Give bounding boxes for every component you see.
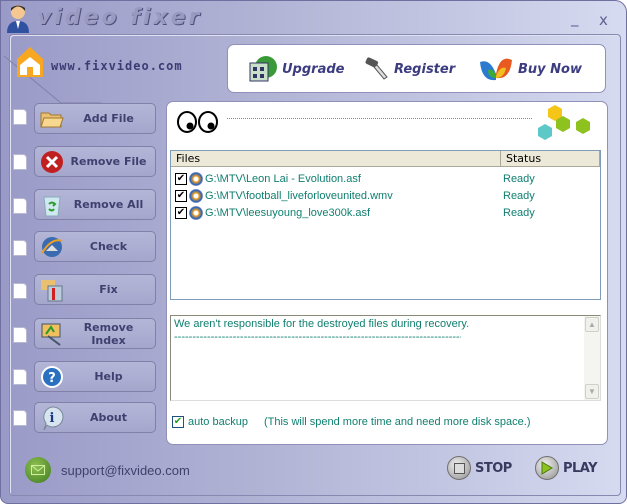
support-email[interactable]: support@fixvideo.com	[25, 457, 190, 483]
help-button[interactable]: ? Help	[34, 361, 156, 392]
svg-text:?: ?	[48, 371, 56, 386]
log-message: We aren't responsible for the destroyed …	[174, 318, 470, 330]
file-path: G:\MTV\leesuyoung_love300k.asf	[205, 206, 371, 219]
page-icon	[13, 198, 27, 214]
media-file-icon	[189, 205, 203, 220]
file-row[interactable]: ✔ G:\MTV\football_liveforloveunited.wmv …	[171, 187, 600, 204]
file-list[interactable]: Files Status ✔ G:\MTV\Leon Lai - Evoluti…	[170, 150, 601, 300]
remove-index-button[interactable]: Remove Index	[34, 318, 156, 349]
page-icon	[13, 410, 27, 426]
file-checkbox[interactable]: ✔	[175, 189, 187, 202]
upgrade-icon	[249, 56, 277, 82]
info-icon: i	[38, 405, 66, 431]
app-window: video fixer _ x www.fixvideo.com Upgrade…	[0, 0, 627, 504]
file-row[interactable]: ✔ G:\MTV\Leon Lai - Evolution.asf Ready	[171, 170, 600, 187]
support-email-text: support@fixvideo.com	[61, 462, 190, 478]
remove-index-label: Remove Index	[83, 320, 134, 347]
stop-label: STOP	[475, 460, 512, 476]
page-icon	[13, 154, 27, 170]
check-button[interactable]: Check	[34, 231, 156, 262]
fix-label: Fix	[99, 283, 118, 296]
check-icon	[38, 234, 66, 260]
file-list-header: Files Status	[171, 151, 600, 167]
register-button[interactable]: Register	[364, 53, 455, 85]
home-icon[interactable]	[17, 47, 43, 77]
main-panel: Files Status ✔ G:\MTV\Leon Lai - Evoluti…	[166, 101, 608, 445]
log-separator: ----------------------------------------…	[174, 332, 461, 342]
top-toolbar: Upgrade Register Buy Now	[227, 44, 606, 93]
remove-icon	[38, 149, 66, 175]
log-scrollbar[interactable]: ▲ ▼	[584, 316, 600, 400]
column-header-status[interactable]: Status	[501, 151, 600, 166]
remove-all-label: Remove All	[73, 198, 144, 211]
add-file-button[interactable]: Add File	[34, 103, 156, 134]
page-icon	[13, 369, 27, 385]
close-button[interactable]: x	[599, 11, 608, 29]
auto-backup-checkbox[interactable]: ✔	[172, 416, 184, 428]
media-file-icon	[189, 171, 203, 186]
remove-index-icon	[38, 321, 66, 347]
scroll-down-button[interactable]: ▼	[585, 384, 599, 399]
file-status: Ready	[503, 189, 535, 202]
remove-file-button[interactable]: Remove File	[34, 146, 156, 177]
butterfly-icon	[480, 58, 512, 81]
fix-icon	[38, 277, 66, 303]
buy-now-button[interactable]: Buy Now	[478, 53, 582, 85]
key-icon	[365, 57, 388, 80]
page-icon	[13, 109, 27, 125]
user-logo-icon	[7, 5, 29, 33]
page-icon	[13, 327, 27, 343]
log-textarea[interactable]: We aren't responsible for the destroyed …	[170, 315, 601, 401]
help-icon: ?	[38, 364, 66, 390]
file-path: G:\MTV\football_liveforloveunited.wmv	[205, 189, 393, 202]
mail-icon	[25, 457, 51, 483]
scroll-up-button[interactable]: ▲	[585, 317, 599, 332]
about-button[interactable]: i About	[34, 402, 156, 433]
page-icon	[13, 283, 27, 299]
recycle-bin-icon	[38, 192, 66, 218]
dotted-divider	[227, 118, 532, 119]
help-label: Help	[94, 370, 123, 383]
app-title: video fixer	[37, 5, 203, 30]
minimize-button[interactable]: _	[571, 9, 579, 27]
file-path: G:\MTV\Leon Lai - Evolution.asf	[205, 172, 361, 185]
stop-button[interactable]: STOP	[447, 456, 512, 480]
file-checkbox[interactable]: ✔	[175, 172, 187, 185]
file-status: Ready	[503, 206, 535, 219]
auto-backup-label[interactable]: auto backup	[188, 416, 248, 428]
add-file-label: Add File	[83, 112, 134, 125]
play-button[interactable]: PLAY	[535, 456, 598, 480]
auto-backup-option: ✔ auto backup (This will spend more time…	[172, 416, 531, 428]
buy-now-label: Buy Now	[518, 61, 582, 77]
page-icon	[13, 240, 27, 256]
register-label: Register	[394, 61, 456, 77]
play-label: PLAY	[563, 460, 598, 476]
media-file-icon	[189, 188, 203, 203]
remove-all-button[interactable]: Remove All	[34, 189, 156, 220]
svg-text:i: i	[50, 411, 55, 426]
eyes-icon	[177, 111, 218, 133]
website-link[interactable]: www.fixvideo.com	[51, 59, 183, 73]
upgrade-button[interactable]: Upgrade	[248, 53, 344, 85]
file-checkbox[interactable]: ✔	[175, 206, 187, 219]
hexagons-icon	[538, 105, 590, 140]
column-header-files[interactable]: Files	[171, 151, 501, 166]
auto-backup-note: (This will spend more time and need more…	[263, 416, 531, 428]
title-bar: video fixer _ x	[1, 1, 627, 37]
stop-icon	[447, 456, 471, 480]
upgrade-label: Upgrade	[282, 61, 345, 77]
about-label: About	[89, 411, 128, 424]
file-status: Ready	[503, 172, 535, 185]
check-label: Check	[89, 240, 128, 253]
file-row[interactable]: ✔ G:\MTV\leesuyoung_love300k.asf Ready	[171, 204, 600, 221]
play-icon	[535, 456, 559, 480]
remove-file-label: Remove File	[70, 155, 147, 168]
fix-button[interactable]: Fix	[34, 274, 156, 305]
folder-icon	[38, 106, 66, 132]
